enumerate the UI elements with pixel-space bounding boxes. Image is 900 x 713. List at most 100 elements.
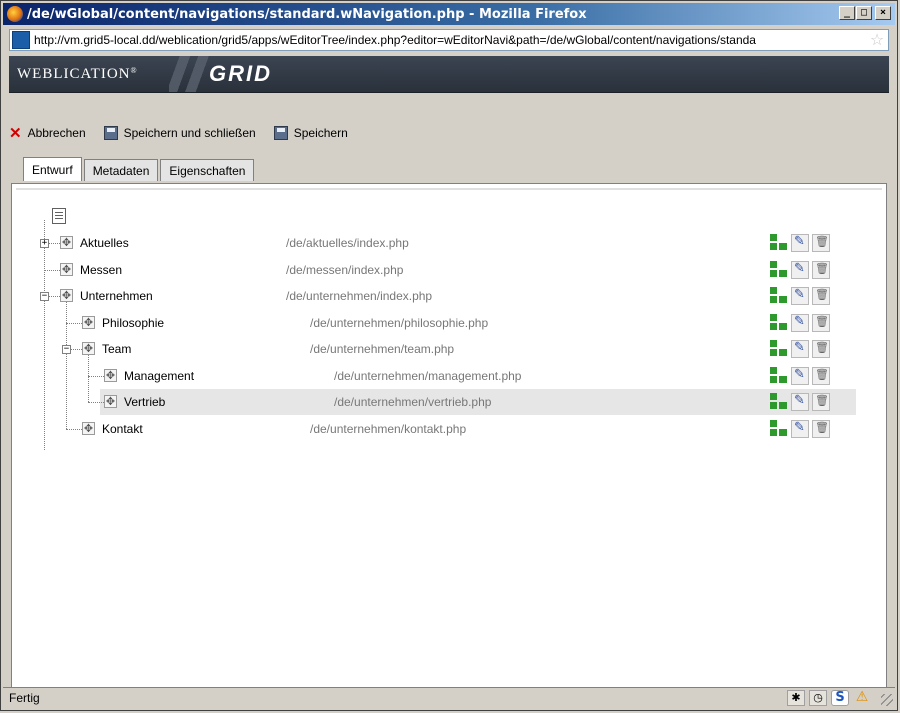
brand-name: Weblication [17,66,131,82]
tree-node-path: /de/unternehmen/team.php [310,342,455,356]
edit-icon[interactable] [791,340,809,358]
tree-connector [44,269,60,271]
tree-node-path: /de/unternehmen/management.php [334,368,522,383]
tree-node-label[interactable]: Philosophie [102,316,164,330]
trash-icon[interactable] [812,340,830,358]
root-page-icon[interactable] [52,208,66,224]
save-label: Speichern [293,126,348,140]
app-header: Weblication® GRID [9,56,889,93]
trash-icon[interactable] [812,419,830,438]
row-actions [770,393,830,411]
structure-icon[interactable] [770,340,788,358]
row-actions [770,260,830,279]
move-handle-icon[interactable]: ✥ [60,262,73,276]
url-text[interactable]: http://vm.grid5-local.dd/weblication/gri… [34,33,868,47]
row-actions [770,287,830,305]
move-handle-icon[interactable]: ✥ [104,395,117,408]
tab-entwurf[interactable]: Entwurf [23,157,82,181]
satellite-icon[interactable]: ✱ [787,690,805,706]
save-button[interactable]: Speichern [273,126,348,140]
tree-node-label[interactable]: Kontakt [102,422,143,436]
address-field[interactable]: http://vm.grid5-local.dd/weblication/gri… [9,29,889,51]
tree-node-path: /de/aktuelles/index.php [286,236,409,250]
tree-node-label[interactable]: Messen [80,263,122,277]
edit-icon[interactable] [791,260,809,279]
tree-node-label[interactable]: Aktuelles [80,236,129,250]
collapse-icon[interactable]: − [40,292,49,301]
tree-node-path: /de/unternehmen/kontakt.php [310,421,467,436]
close-button[interactable]: × [875,6,891,20]
structure-icon[interactable] [770,234,788,252]
edit-icon[interactable] [791,313,809,332]
minimize-button[interactable]: _ [839,6,855,20]
tab-eigenschaften[interactable]: Eigenschaften [160,159,255,181]
move-handle-icon[interactable]: ✥ [82,315,95,329]
trash-icon[interactable] [812,366,830,385]
firefox-icon [7,6,23,22]
row-actions [770,340,830,358]
trash-icon[interactable] [812,287,830,305]
tree-node-label[interactable]: Team [102,342,131,356]
edit-icon[interactable] [791,287,809,305]
trash-icon[interactable] [812,260,830,279]
tree-connector [66,322,82,324]
expand-icon[interactable]: + [40,239,49,248]
cancel-x-icon: ✕ [9,125,22,142]
url-bar: http://vm.grid5-local.dd/weblication/gri… [3,27,895,53]
edit-icon[interactable] [791,419,809,438]
cancel-label: Abbrechen [27,126,86,140]
move-handle-icon[interactable]: ✥ [104,368,117,382]
brand-reg: ® [130,66,138,75]
bookmark-star-icon[interactable]: ☆ [868,31,886,49]
structure-icon[interactable] [770,287,788,305]
tree-connector [88,375,104,377]
move-handle-icon[interactable]: ✥ [60,236,73,249]
status-bar: Fertig ✱ ◷ S ⚠ [3,687,895,708]
header-stripes [169,56,209,92]
row-actions [770,419,830,438]
tree-node-path: /de/messen/index.php [286,262,404,277]
structure-icon[interactable] [770,260,788,279]
tree-node-label[interactable]: Unternehmen [80,289,153,303]
tree-row[interactable] [84,283,868,309]
maximize-button[interactable]: □ [856,6,872,20]
structure-icon[interactable] [770,366,788,385]
s-icon[interactable]: S [831,690,849,706]
tree-node-label[interactable]: Vertrieb [124,395,165,409]
row-actions [770,313,830,332]
move-handle-icon[interactable]: ✥ [60,289,73,302]
browser-window: /de/wGlobal/content/navigations/standard… [0,0,898,711]
trash-icon[interactable] [812,234,830,252]
site-icon [12,31,30,49]
warning-icon[interactable]: ⚠ [853,690,871,706]
tree-row[interactable] [106,336,868,362]
tree-guide-line [88,354,89,402]
tree-row[interactable] [84,257,868,283]
edit-icon[interactable] [791,366,809,385]
trash-icon[interactable] [812,393,830,411]
tree-row[interactable] [84,230,868,256]
tree-view: + ✥ Aktuelles/de/aktuelles/index.php ✥ Messe… [16,188,882,683]
tree-node-label[interactable]: Management [124,369,194,383]
grid-logo: GRID [209,61,272,86]
edit-icon[interactable] [791,393,809,411]
move-handle-icon[interactable]: ✥ [82,421,95,435]
move-handle-icon[interactable]: ✥ [82,342,95,355]
toolbar: ✕ Abbrechen Speichern und schließen Spei… [9,121,366,145]
edit-icon[interactable] [791,234,809,252]
save-disk-icon [273,126,288,140]
clock-icon[interactable]: ◷ [809,690,827,706]
trash-icon[interactable] [812,313,830,332]
structure-icon[interactable] [770,313,788,332]
tree-row[interactable] [106,416,868,442]
structure-icon[interactable] [770,419,788,438]
save-and-close-button[interactable]: Speichern und schließen [103,126,256,140]
structure-icon[interactable] [770,393,788,411]
cancel-button[interactable]: ✕ Abbrechen [9,124,86,142]
collapse-icon[interactable]: − [62,345,71,354]
tab-metadaten[interactable]: Metadaten [83,159,159,181]
resize-grip[interactable] [881,694,893,706]
save-disk-icon [103,126,118,140]
row-actions [770,366,830,385]
tree-guide-line [44,301,45,450]
